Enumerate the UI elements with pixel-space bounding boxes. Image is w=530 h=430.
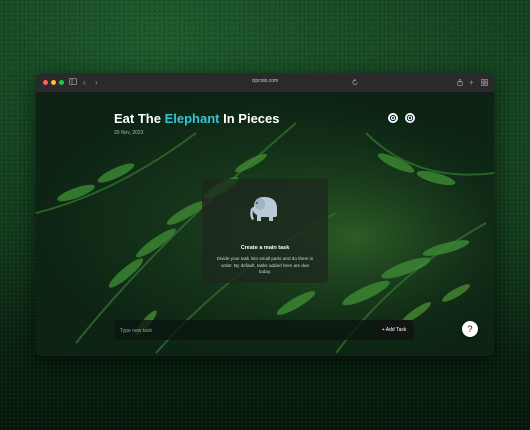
empty-state-description: Divide your task into small parts and do… (216, 256, 314, 274)
settings-button[interactable] (388, 113, 398, 123)
add-task-button[interactable]: + Add Task (374, 320, 414, 340)
elephant-icon (250, 197, 277, 221)
page-title: Eat The Elephant In Pieces (114, 111, 280, 126)
new-task-bar: + Add Task (114, 320, 414, 340)
plus-icon[interactable]: + (469, 77, 474, 88)
share-icon[interactable] (457, 78, 463, 89)
app-content: Eat The Elephant In Pieces 20 Nov, 2023 … (36, 93, 494, 356)
current-date: 20 Nov, 2023 (114, 130, 144, 136)
tabs-grid-icon[interactable] (481, 78, 488, 89)
browser-toolbar: ‹ › cipcoio.com + (36, 73, 494, 93)
new-task-input[interactable] (118, 323, 362, 339)
theme-button[interactable] (405, 113, 415, 123)
empty-state-card: Create a main task Divide your task into… (202, 179, 328, 283)
title-text-end: In Pieces (223, 111, 280, 126)
browser-window: ‹ › cipcoio.com + Eat The Elephant In Pi… (36, 73, 494, 356)
address-bar[interactable]: cipcoio.com (36, 78, 494, 84)
palette-icon (406, 114, 414, 122)
empty-state-title: Create a main task (240, 245, 290, 251)
reload-icon[interactable] (352, 78, 358, 89)
help-button[interactable]: ? (462, 321, 478, 337)
gear-icon (389, 114, 397, 122)
title-accent-text: Elephant (164, 111, 220, 126)
title-text-start: Eat The (114, 111, 161, 126)
